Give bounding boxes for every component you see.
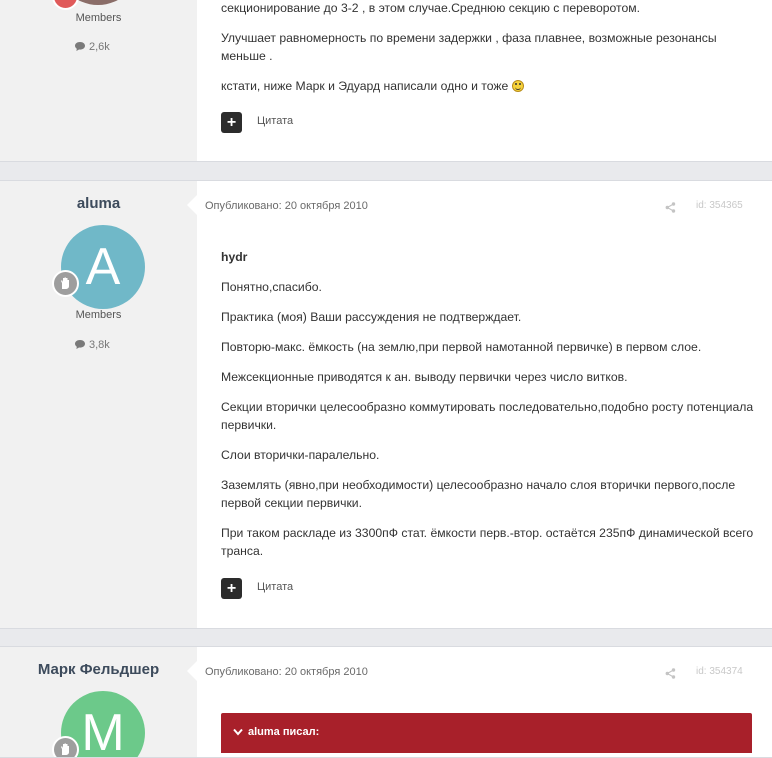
post-paragraph: Слои вторички-паралельно. xyxy=(221,448,380,462)
post-author-panel: Марк Фельдшер M xyxy=(0,647,197,757)
plus-icon[interactable]: + xyxy=(221,112,242,133)
post-id: id: 354374 xyxy=(696,666,743,677)
rank-badge xyxy=(52,0,79,10)
post-paragraph: Улучшает равномерность по времени задерж… xyxy=(221,31,717,63)
post-paragraph: Заземлять (явно,при необходимости) целес… xyxy=(221,478,736,510)
post-paragraph-text: кстати, ниже Марк и Эдуард написали одно… xyxy=(221,79,509,93)
post-content: hydr Понятно,спасибо. Практика (моя) Ваш… xyxy=(221,248,756,572)
post-paragraph: Практика (моя) Ваши рассуждения не подтв… xyxy=(221,310,522,324)
rank-hand-icon xyxy=(61,277,69,289)
post-paragraph: Понятно,спасибо. xyxy=(221,280,322,294)
author-name[interactable]: Марк Фельдшер xyxy=(0,661,197,678)
share-icon[interactable] xyxy=(665,666,676,684)
post-paragraph: кстати, ниже Марк и Эдуард написали одно… xyxy=(221,77,756,95)
smile-emoji-icon xyxy=(511,80,524,92)
reputation: 3,8k xyxy=(74,339,110,351)
quote-label: Цитата xyxy=(257,581,294,593)
post-author-panel: aluma A Members 3,8k xyxy=(0,181,197,628)
post-author-panel: Members 2,6k xyxy=(0,0,197,161)
rank-badge xyxy=(52,270,79,297)
comment-icon xyxy=(75,340,85,349)
author-name[interactable]: aluma xyxy=(0,195,197,212)
post-id: id: 354365 xyxy=(696,200,743,211)
quote-label: Цитата xyxy=(257,115,294,127)
member-group: Members xyxy=(75,309,122,321)
comment-icon xyxy=(75,42,85,51)
post-paragraph: Повторю-макс. ёмкость (на землю,при перв… xyxy=(221,340,702,354)
post-date[interactable]: Опубликовано: 20 октября 2010 xyxy=(205,200,368,212)
post-paragraph: секционирование до 3-2 , в этом случае.С… xyxy=(221,1,641,15)
reputation-value: 2,6k xyxy=(89,41,110,53)
member-group: Members xyxy=(75,12,122,24)
post-paragraph: Межсекционные приводятся к ан. выводу пе… xyxy=(221,370,628,384)
rank-badge xyxy=(52,736,79,757)
reputation-value: 3,8k xyxy=(89,339,110,351)
quote-block-header[interactable]: aluma писал: xyxy=(233,726,319,738)
reputation: 2,6k xyxy=(74,41,110,53)
chevron-down-icon[interactable] xyxy=(233,728,243,736)
post-3: Марк Фельдшер M Опубликовано: 20 октября… xyxy=(0,646,772,758)
post-pointer xyxy=(187,195,197,215)
post-2: aluma A Members 3,8k Опубликовано: 20 ок… xyxy=(0,180,772,629)
share-icon[interactable] xyxy=(665,200,676,218)
reply-to-name: hydr xyxy=(221,250,248,264)
post-1: Members 2,6k секционирование до 3-2 , в … xyxy=(0,0,772,162)
quote-block[interactable]: aluma писал: xyxy=(221,713,752,753)
post-date[interactable]: Опубликовано: 20 октября 2010 xyxy=(205,666,368,678)
post-content: секционирование до 3-2 , в этом случае.С… xyxy=(221,0,756,107)
quote-block-title: aluma писал: xyxy=(248,726,320,738)
post-pointer xyxy=(187,661,197,681)
plus-icon[interactable]: + xyxy=(221,578,242,599)
post-paragraph: При таком раскладе из 3300пФ стат. ёмкос… xyxy=(221,526,754,558)
avatar[interactable]: A xyxy=(61,225,145,309)
post-paragraph: Секции вторички целесообразно коммутиров… xyxy=(221,400,754,432)
